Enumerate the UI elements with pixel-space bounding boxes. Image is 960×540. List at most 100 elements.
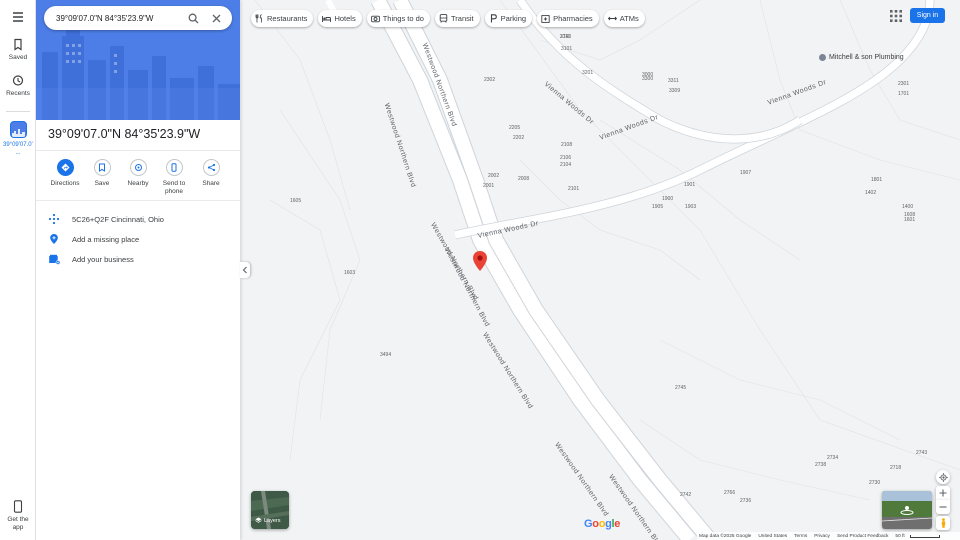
add-business-text: Add your business — [72, 254, 134, 264]
business-pin-icon — [819, 54, 826, 61]
chip-label: Parking — [500, 14, 527, 23]
address-label: 1605 — [290, 198, 302, 204]
saved-label: Saved — [8, 54, 28, 61]
saved-button[interactable]: Saved — [0, 38, 36, 62]
pegman-button[interactable] — [936, 516, 950, 530]
divider — [36, 150, 240, 151]
nearby-icon — [129, 159, 147, 176]
directions-button[interactable]: Directions — [47, 159, 83, 188]
address-label: 3300 — [642, 76, 654, 82]
save-button[interactable]: Save — [84, 159, 120, 188]
add-missing-place-row[interactable]: Add a missing place — [36, 229, 240, 249]
address-label: 1905 — [652, 204, 664, 210]
chip-restaurants[interactable]: Restaurants — [251, 10, 314, 27]
country-link[interactable]: United States — [758, 534, 787, 539]
send-to-phone-button[interactable]: Send to phone — [156, 159, 192, 196]
zoom-out-button[interactable] — [936, 500, 950, 514]
my-location-button[interactable] — [936, 470, 950, 484]
minus-icon — [939, 506, 947, 508]
share-button[interactable]: Share — [193, 159, 229, 188]
phone-icon — [13, 500, 23, 513]
collapse-panel-button[interactable] — [240, 262, 250, 278]
get-app-button[interactable]: Get the app — [0, 500, 36, 532]
nearby-button[interactable]: Nearby — [120, 159, 156, 188]
chip-label: Things to do — [382, 14, 424, 23]
add-business-icon — [49, 254, 60, 265]
close-icon — [212, 14, 220, 22]
hamburger-menu-icon — [13, 12, 23, 22]
zoom-in-button[interactable] — [936, 486, 950, 500]
chip-transit[interactable]: Transit — [434, 10, 480, 27]
address-label: 2301 — [898, 81, 910, 87]
street-view-thumbnail[interactable] — [882, 491, 932, 529]
divider — [36, 200, 240, 201]
atm-icon — [607, 14, 617, 23]
recent-place-button[interactable]: 39°09'07.0"N ... — [0, 121, 36, 157]
plus-code-icon — [48, 213, 60, 225]
scale-label[interactable]: 50 ft — [895, 534, 904, 539]
address-label: 2106 — [560, 155, 572, 161]
chip-label: Hotels — [334, 14, 356, 23]
plus-code-row[interactable]: 5C26+Q2F Cincinnati, Ohio — [36, 209, 240, 229]
address-label: 2736 — [740, 498, 752, 504]
add-business-row[interactable]: Add your business — [36, 249, 240, 269]
google-apps-button[interactable] — [889, 9, 903, 23]
chip-hotels[interactable]: Hotels — [318, 10, 362, 27]
parking-icon — [489, 14, 498, 23]
skyline-icon — [11, 129, 25, 137]
chip-label: Transit — [450, 14, 474, 23]
restaurant-icon — [255, 14, 264, 23]
add-missing-place-text: Add a missing place — [72, 234, 140, 244]
left-rail: Saved Recents 39°09'07.0"N ... Get the a… — [0, 0, 36, 540]
address-label: 1601 — [904, 217, 916, 223]
recents-label: Recents — [6, 90, 30, 97]
chip-things-to-do[interactable]: Things to do — [366, 10, 430, 27]
address-label: 2730 — [869, 480, 881, 486]
camera-icon — [370, 14, 380, 23]
chip-label: Restaurants — [267, 14, 308, 23]
address-label: 2205 — [509, 125, 521, 131]
bookmark-icon — [93, 159, 111, 176]
phone-icon — [165, 159, 183, 176]
sign-in-button[interactable]: Sign in — [910, 8, 945, 23]
chip-label: Pharmacies — [553, 14, 593, 23]
plus-code-text: 5C26+Q2F Cincinnati, Ohio — [72, 214, 164, 224]
address-label: 1901 — [684, 182, 696, 188]
address-label: 1903 — [685, 204, 697, 210]
business-poi[interactable]: Mitchell & son Plumbing — [819, 54, 904, 61]
chip-atms[interactable]: ATMs — [603, 10, 645, 27]
chip-pharmacies[interactable]: Pharmacies — [537, 10, 599, 27]
location-pin-icon[interactable] — [473, 251, 487, 271]
address-label: 1603 — [344, 270, 356, 276]
terms-link[interactable]: Terms — [794, 534, 807, 539]
address-label: 3309 — [669, 88, 681, 94]
address-label: 3201 — [582, 70, 594, 76]
address-label: 1907 — [740, 170, 752, 176]
address-label: 2108 — [561, 142, 573, 148]
nearby-label: Nearby — [127, 180, 149, 187]
get-app-label: Get the app — [7, 516, 29, 531]
chip-parking[interactable]: Parking — [484, 10, 533, 27]
recent-place-label: 39°09'07.0"N ... — [3, 142, 33, 156]
directions-label: Directions — [50, 180, 80, 187]
share-icon — [202, 159, 220, 176]
add-location-icon — [50, 234, 58, 244]
pharmacy-icon — [541, 14, 550, 23]
address-label: 2766 — [724, 490, 736, 496]
menu-button[interactable] — [0, 10, 36, 24]
google-logo: Google — [584, 518, 621, 530]
search-input[interactable] — [56, 13, 180, 23]
save-label: Save — [94, 180, 110, 187]
address-label: 2745 — [675, 385, 687, 391]
clear-search-button[interactable] — [206, 8, 226, 28]
feedback-link[interactable]: Send Product Feedback — [837, 534, 888, 539]
layers-button[interactable]: Layers — [251, 491, 289, 529]
recents-button[interactable]: Recents — [0, 74, 36, 98]
address-label: 1900 — [662, 196, 674, 202]
scale-bar — [909, 534, 940, 538]
search-button[interactable] — [183, 8, 203, 28]
address-label: 2002 — [488, 173, 500, 179]
address-label: 2008 — [518, 176, 530, 182]
address-label: 1801 — [871, 177, 883, 183]
privacy-link[interactable]: Privacy — [814, 534, 830, 539]
